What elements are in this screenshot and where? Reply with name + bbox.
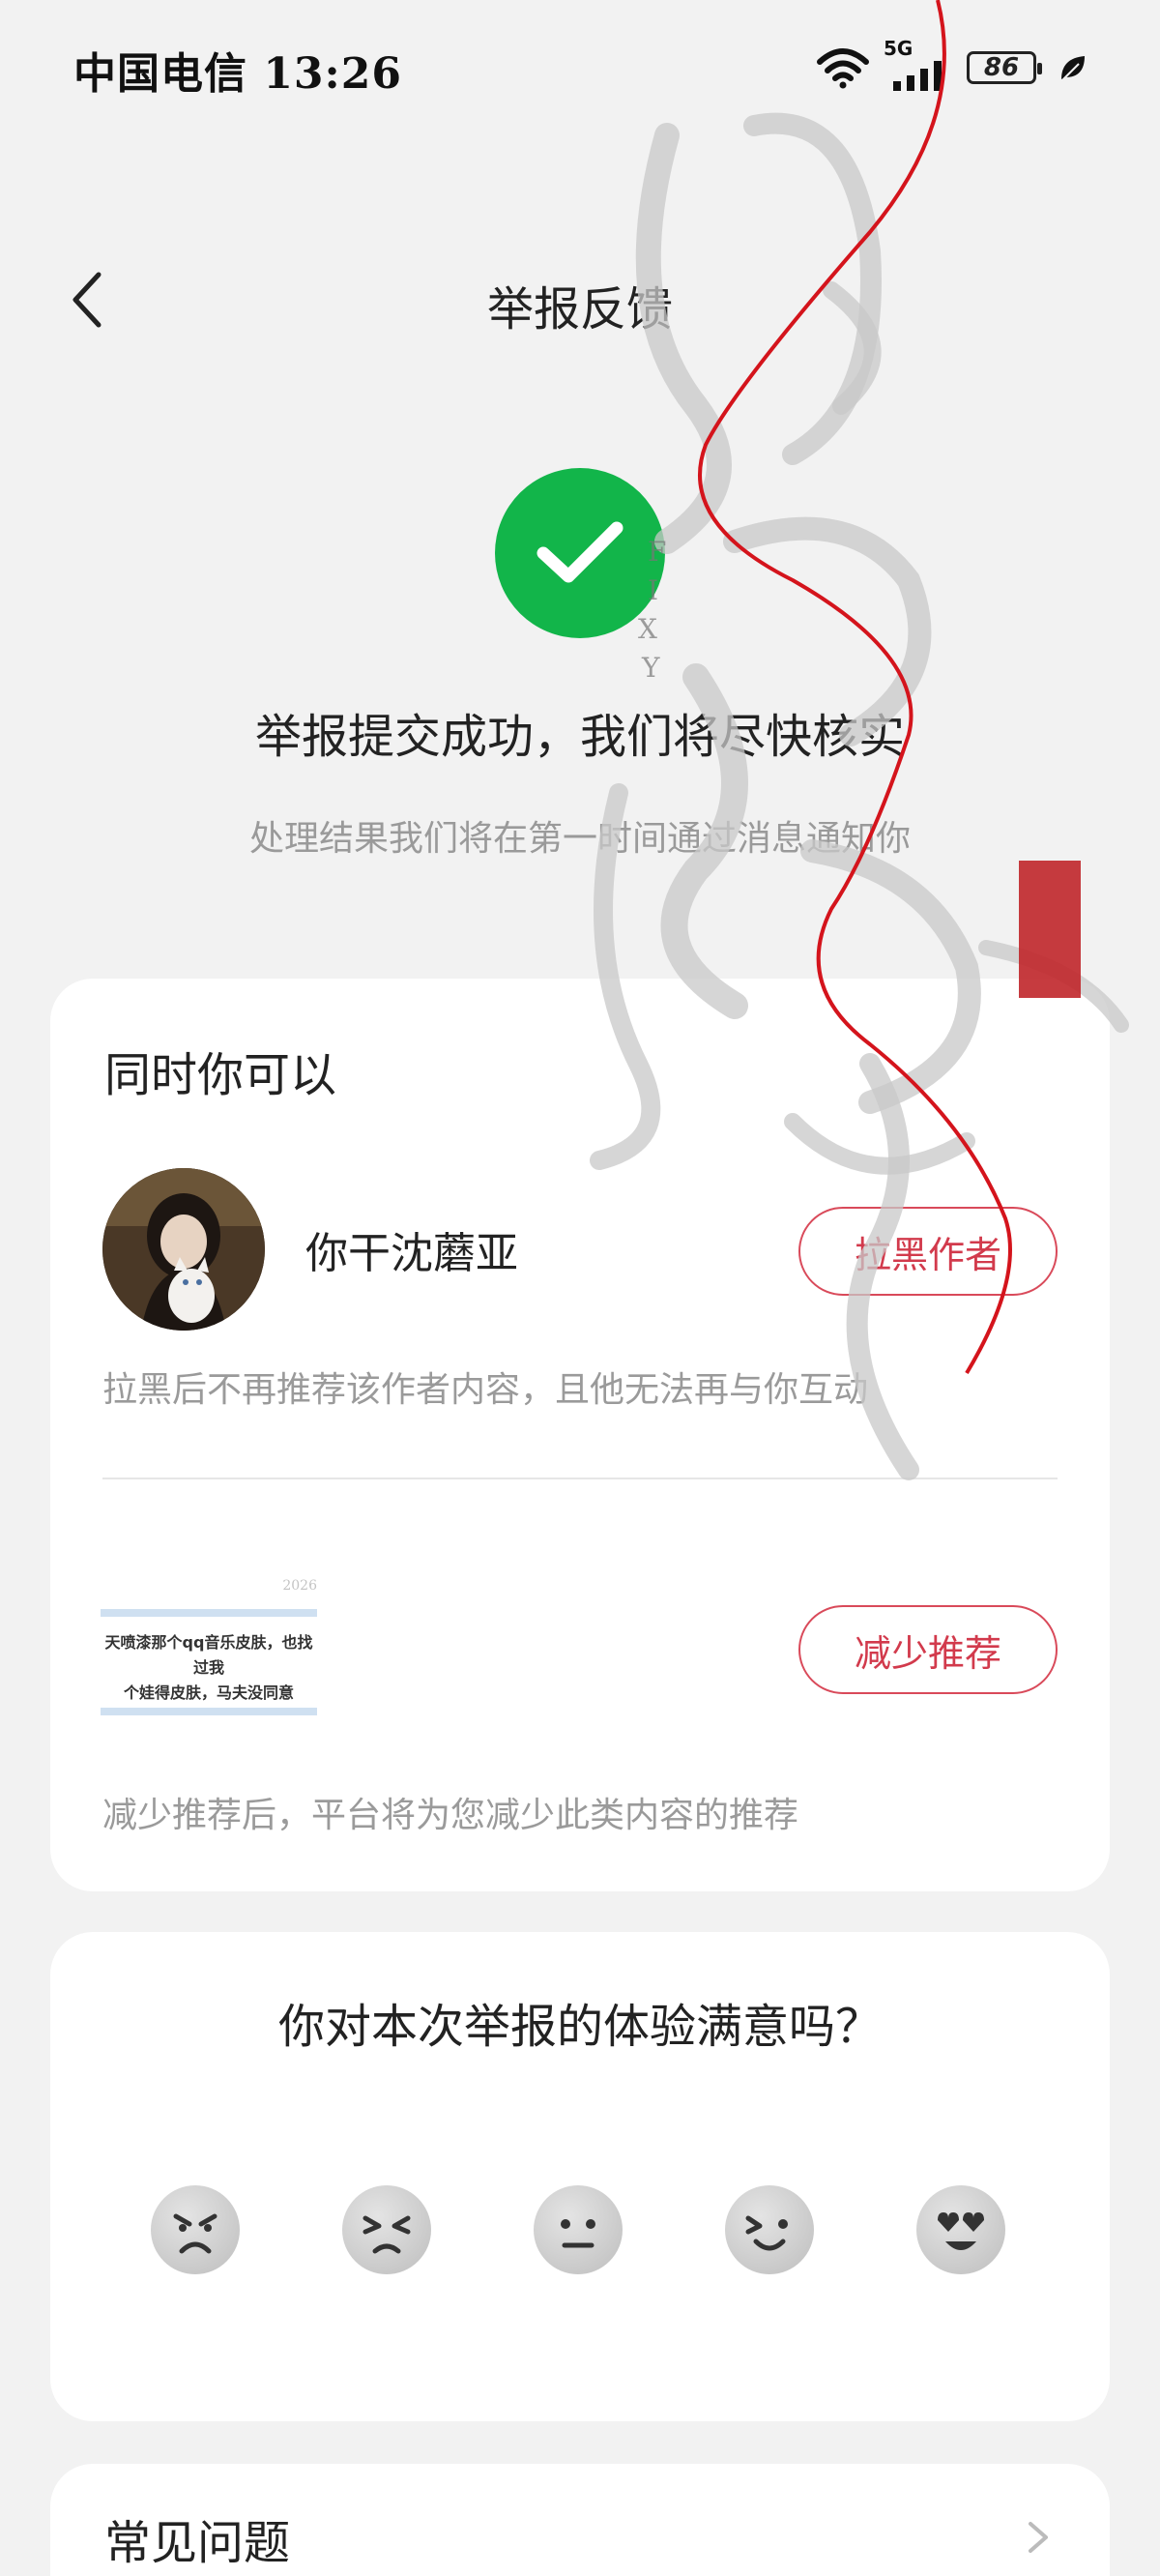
svg-text:X: X [638, 613, 657, 645]
signal-bars-icon [891, 58, 951, 91]
network-type: 5G [884, 37, 914, 60]
success-subtitle: 处理结果我们将在第一时间通过消息通知你 [248, 819, 911, 859]
thumbnail-line [101, 1708, 317, 1715]
page-title: 举报反馈 [486, 282, 673, 337]
svg-text:Y: Y [641, 652, 660, 684]
success-title: 举报提交成功，我们将尽快核实 [254, 710, 905, 764]
upset-face-icon[interactable] [342, 2185, 431, 2274]
cellular-signal: 5G [884, 37, 953, 91]
author-avatar[interactable] [102, 1168, 265, 1331]
actions-card: 同时你可以 你干沈蘑亚 拉黑作者 拉黑后不再推荐该作者内容，且他无法再与你互动 … [50, 979, 1110, 1891]
rating-options [50, 2185, 1110, 2278]
satisfaction-card: 你对本次举报的体验满意吗？ [50, 1932, 1110, 2421]
author-name: 你干沈蘑亚 [305, 1229, 518, 1278]
success-check-icon [495, 468, 665, 638]
status-icons: 5G 86 [816, 37, 1088, 93]
angry-face-icon[interactable] [151, 2185, 240, 2274]
carrier-time: 中国电信 13:26 [73, 49, 403, 99]
heart-eyes-face-icon[interactable] [916, 2185, 1005, 2274]
thumbnail-date: 2026 [282, 1578, 317, 1594]
reduce-recommend-button[interactable]: 减少推荐 [798, 1605, 1058, 1694]
smile-face-icon[interactable] [725, 2185, 814, 2274]
neutral-face-icon[interactable] [534, 2185, 623, 2274]
wifi-icon [816, 46, 870, 89]
block-hint: 拉黑后不再推荐该作者内容，且他无法再与你互动 [102, 1370, 869, 1410]
battery-indicator: 86 [967, 51, 1042, 84]
reduce-hint: 减少推荐后，平台将为您减少此类内容的推荐 [102, 1796, 799, 1835]
thumbnail-line [101, 1609, 317, 1617]
chevron-right-icon[interactable] [1017, 2518, 1056, 2557]
thumbnail-text: 天喷漆那个qq音乐皮肤，也找过我 个娃得皮肤，马夫没同意 [101, 1630, 317, 1706]
survey-title: 你对本次举报的体验满意吗？ [277, 2000, 882, 2054]
thumbnail-text-line-2: 个娃得皮肤，马夫没同意 [123, 1683, 294, 1702]
divider [102, 1478, 1058, 1479]
nav-bar: 举报反馈 [0, 242, 1160, 367]
block-author-button[interactable]: 拉黑作者 [798, 1207, 1058, 1296]
faq-card[interactable]: 常见问题 [50, 2464, 1110, 2576]
faq-title: 常见问题 [104, 2516, 291, 2570]
status-bar: 中国电信 13:26 5G 86 [0, 0, 1160, 135]
content-thumbnail[interactable]: 2026 天喷漆那个qq音乐皮肤，也找过我 个娃得皮肤，马夫没同意 [101, 1549, 317, 1742]
leaf-icon [1058, 52, 1088, 83]
actions-heading: 同时你可以 [104, 1048, 337, 1102]
thumbnail-text-line-1: 天喷漆那个qq音乐皮肤，也找过我 [104, 1633, 313, 1677]
